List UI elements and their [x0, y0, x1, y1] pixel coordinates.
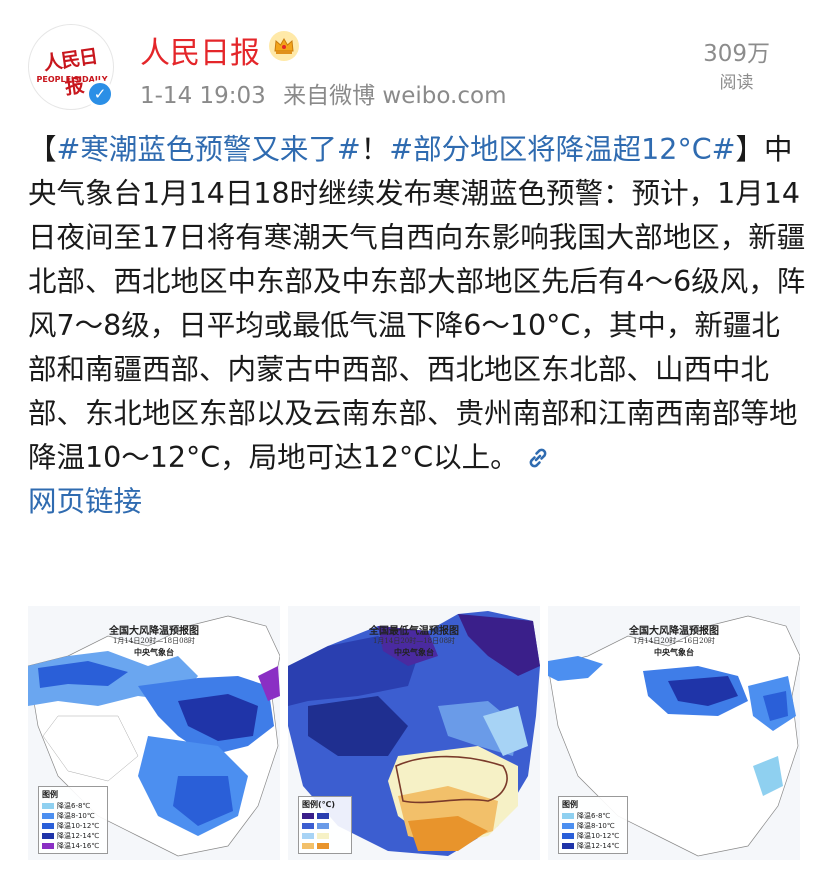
map-title: 全国大风降温预报图: [629, 626, 719, 637]
post-time: 1-14 19:03: [140, 83, 266, 109]
read-count-label: 阅读: [719, 73, 754, 93]
legend-swatch-row: [302, 831, 348, 841]
legend-label: 降温12-14℃: [577, 842, 620, 850]
hashtag-temperature-drop[interactable]: #部分地区将降温超12°C#: [389, 133, 735, 166]
legend-row: 降温8-10℃: [42, 811, 104, 821]
verified-check-icon: ✓: [86, 80, 114, 108]
legend-label: 降温6-8℃: [577, 812, 611, 820]
map-legend: 图例 降温6-8℃ 降温8-10℃ 降温10-12℃ 降温12-14℃ 降温14…: [38, 786, 108, 854]
exclamation: ！: [360, 133, 390, 166]
legend-label: 降温14-16℃: [57, 842, 100, 850]
legend-row: 降温10-12℃: [42, 821, 104, 831]
map-agency: 中央气象台: [654, 647, 694, 657]
map-title: 全国最低气温预报图: [369, 626, 459, 637]
legend-title: 图例: [562, 800, 578, 809]
image-wind-cooling-map-2[interactable]: 全国大风降温预报图 1月14日20时—16日20时 中央气象台 图例 降温6-8…: [548, 606, 800, 860]
map-agency: 中央气象台: [394, 647, 434, 657]
map-legend: 图例(℃): [298, 796, 352, 854]
legend-label: 降温6-8℃: [57, 802, 91, 810]
map-subtitle: 1月14日20时—16日20时: [632, 637, 716, 645]
legend-label: 降温12-14℃: [57, 832, 100, 840]
map-agency: 中央气象台: [134, 647, 174, 657]
map-legend: 图例 降温6-8℃ 降温8-10℃ 降温10-12℃ 降温12-14℃: [558, 796, 628, 854]
legend-label: 降温8-10℃: [577, 822, 615, 830]
legend-row: 降温12-14℃: [562, 841, 624, 851]
legend-label: 降温10-12℃: [57, 822, 100, 830]
legend-swatch-row: [302, 811, 348, 821]
legend-row: 降温12-14℃: [42, 831, 104, 841]
hashtag-cold-wave[interactable]: #寒潮蓝色预警又来了#: [57, 133, 361, 166]
web-link[interactable]: 网页链接: [28, 485, 142, 518]
legend-title: 图例(℃): [302, 800, 335, 809]
read-count-number: 309万: [703, 41, 770, 67]
legend-row: 降温6-8℃: [562, 811, 624, 821]
legend-swatch-row: [302, 841, 348, 851]
post-header: 人民日报 PEOPLE'S DAILY ✓ 人民日报 1-14 19:03 来自…: [0, 0, 828, 120]
legend-row: 降温8-10℃: [562, 821, 624, 831]
legend-row: 降温14-16℃: [42, 841, 104, 851]
crown-icon[interactable]: [268, 30, 300, 62]
post-text: 【#寒潮蓝色预警又来了#！#部分地区将降温超12°C#】中央气象台1月14日18…: [28, 128, 808, 524]
legend-row: 降温6-8℃: [42, 801, 104, 811]
post-meta: 1-14 19:03 来自微博 weibo.com: [140, 76, 516, 110]
legend-title: 图例: [42, 790, 58, 799]
bracket-open: 【: [28, 133, 57, 166]
legend-swatch-row: [302, 821, 348, 831]
map-subtitle: 1月14日20时—18日08时: [372, 637, 456, 645]
account-name[interactable]: 人民日报: [140, 28, 260, 72]
legend-row: 降温10-12℃: [562, 831, 624, 841]
map-title: 全国大风降温预报图: [109, 626, 199, 637]
post-body: 】中央气象台1月14日18时继续发布寒潮蓝色预警：预计，1月14日夜间至17日将…: [28, 133, 806, 474]
link-icon[interactable]: [525, 445, 551, 471]
read-count: 309万 阅读: [703, 34, 770, 93]
map-subtitle: 1月14日20时—18日08时: [112, 637, 196, 645]
legend-label: 降温8-10℃: [57, 812, 95, 820]
image-grid: 全国大风降温预报图 1月14日20时—18日08时 中央气象台 图例 降温6-8…: [28, 606, 800, 860]
image-wind-cooling-map-1[interactable]: 全国大风降温预报图 1月14日20时—18日08时 中央气象台 图例 降温6-8…: [28, 606, 280, 860]
legend-label: 降温10-12℃: [577, 832, 620, 840]
image-min-temperature-map[interactable]: 全国最低气温预报图 1月14日20时—18日08时 中央气象台 图例(℃): [288, 606, 540, 860]
post-source[interactable]: 来自微博 weibo.com: [283, 83, 506, 109]
